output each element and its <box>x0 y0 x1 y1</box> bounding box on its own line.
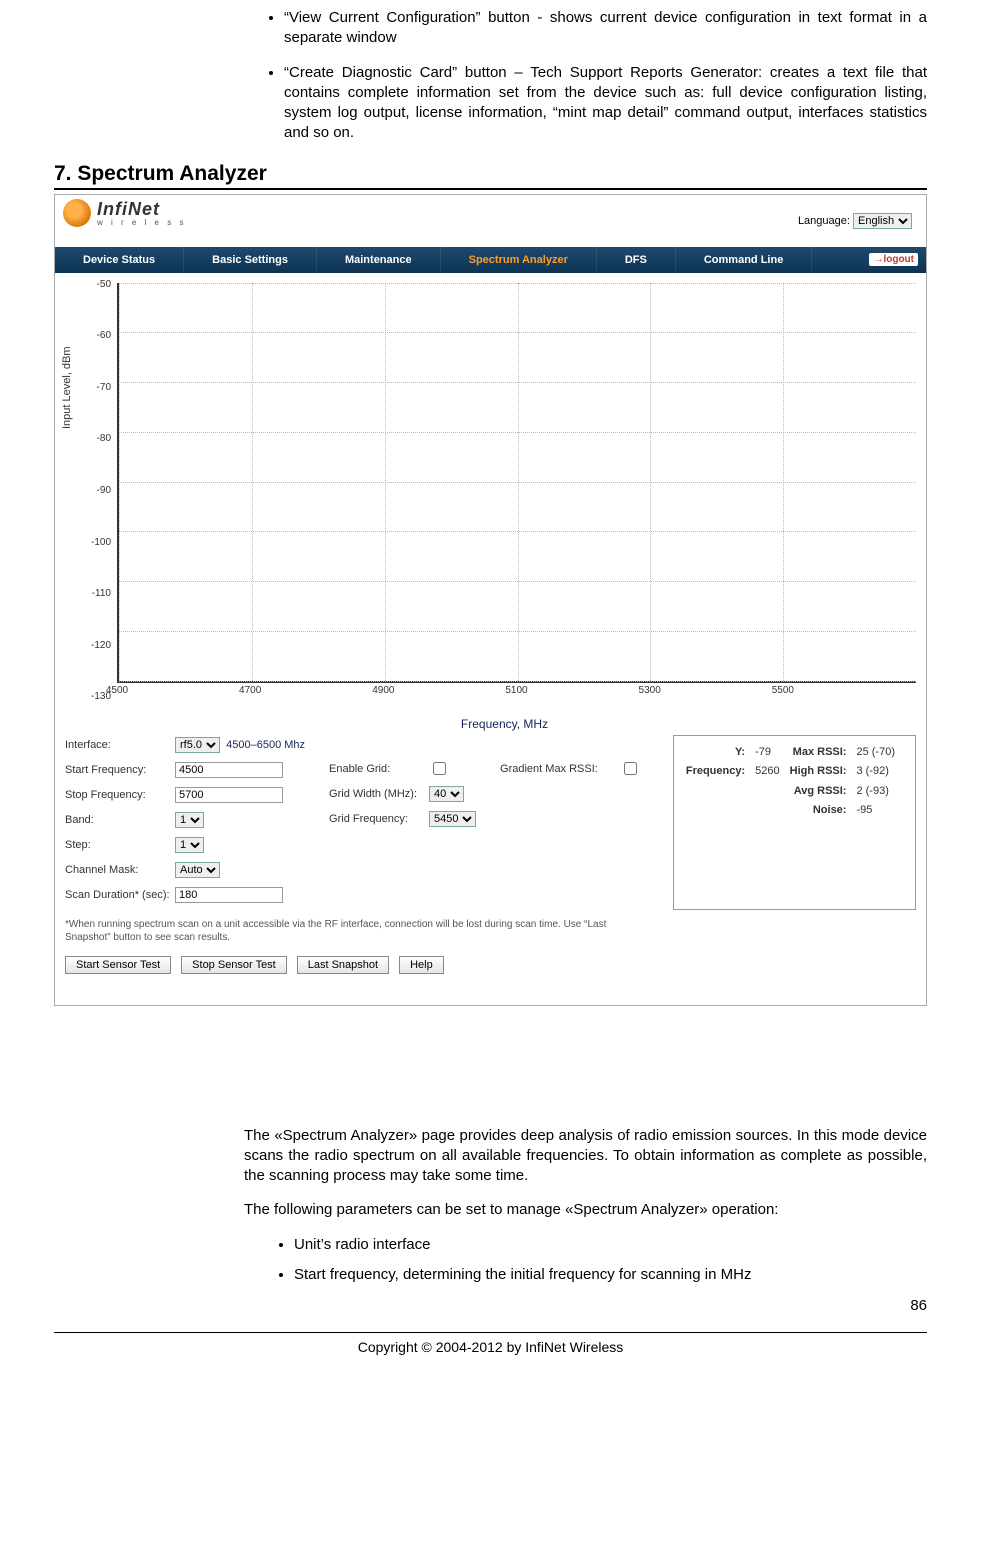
cursor-info-box: Y:-79 Max RSSI:25 (-70) Frequency:5260 H… <box>673 735 916 910</box>
band-label: Band: <box>65 814 175 826</box>
tab-device-status[interactable]: Device Status <box>55 247 184 273</box>
interface-select[interactable]: rf5.0 <box>175 737 220 753</box>
enable-grid-label: Enable Grid: <box>329 763 429 775</box>
grid-width-select[interactable]: 40 <box>429 786 464 802</box>
logo-brand: InfiNet <box>97 199 186 220</box>
bullet-diag-card: “Create Diagnostic Card” button – Tech S… <box>284 63 927 144</box>
language-selector: Language: English <box>798 213 912 229</box>
logo: InfiNet w i r e l e s s <box>63 199 186 227</box>
page-number: 86 <box>54 1295 927 1332</box>
gradient-checkbox[interactable] <box>624 762 637 775</box>
intro-bullets: “View Current Configuration” button - sh… <box>54 8 927 144</box>
gradient-label: Gradient Max RSSI: <box>500 763 620 775</box>
chart-ylabel: Input Level, dBm <box>61 346 73 429</box>
param-start-frequency: Start frequency, determining the initial… <box>294 1265 927 1285</box>
footer-copyright: Copyright © 2004-2012 by InfiNet Wireles… <box>54 1332 927 1373</box>
start-freq-input[interactable] <box>175 762 283 778</box>
paragraph-params-intro: The following parameters can be set to m… <box>244 1200 927 1220</box>
grid-freq-label: Grid Frequency: <box>329 813 429 825</box>
logo-subtitle: w i r e l e s s <box>97 218 186 227</box>
stop-freq-input[interactable] <box>175 787 283 803</box>
logo-swirl-icon <box>63 199 91 227</box>
step-label: Step: <box>65 839 175 851</box>
section-heading: 7. Spectrum Analyzer <box>54 162 927 190</box>
mask-select[interactable]: Auto <box>175 862 220 878</box>
tab-dfs[interactable]: DFS <box>597 247 676 273</box>
start-freq-label: Start Frequency: <box>65 764 175 776</box>
grid-freq-select[interactable]: 5450 <box>429 811 476 827</box>
controls-panel: Interface: rf5.0 4500–6500 Mhz Start Fre… <box>55 709 926 914</box>
start-sensor-button[interactable]: Start Sensor Test <box>65 956 171 974</box>
spectrum-chart: Input Level, dBm -50-60-70-80-90-100-110… <box>87 279 922 709</box>
main-tabs: Device Status Basic Settings Maintenance… <box>55 247 926 273</box>
grid-width-label: Grid Width (MHz): <box>329 788 429 800</box>
help-button[interactable]: Help <box>399 956 444 974</box>
logout-link[interactable]: →logout <box>869 253 918 266</box>
param-list: Unit’s radio interface Start frequency, … <box>244 1235 927 1286</box>
button-row: Start Sensor Test Stop Sensor Test Last … <box>55 948 926 982</box>
freq-range-text: 4500–6500 Mhz <box>226 739 305 751</box>
tab-command-line[interactable]: Command Line <box>676 247 812 273</box>
language-select[interactable]: English <box>853 213 912 229</box>
language-label: Language: <box>798 215 850 227</box>
step-select[interactable]: 1 <box>175 837 204 853</box>
tab-spectrum-analyzer[interactable]: Spectrum Analyzer <box>441 247 597 273</box>
interface-label: Interface: <box>65 739 175 751</box>
mask-label: Channel Mask: <box>65 864 175 876</box>
scan-note: *When running spectrum scan on a unit ac… <box>55 914 635 948</box>
bullet-view-config: “View Current Configuration” button - sh… <box>284 8 927 49</box>
tab-maintenance[interactable]: Maintenance <box>317 247 441 273</box>
tab-basic-settings[interactable]: Basic Settings <box>184 247 317 273</box>
paragraph-description: The «Spectrum Analyzer» page provides de… <box>244 1126 927 1187</box>
stop-freq-label: Stop Frequency: <box>65 789 175 801</box>
last-snapshot-button[interactable]: Last Snapshot <box>297 956 389 974</box>
stop-sensor-button[interactable]: Stop Sensor Test <box>181 956 287 974</box>
screenshot-spectrum-analyzer: InfiNet w i r e l e s s Language: Englis… <box>54 194 927 1006</box>
enable-grid-checkbox[interactable] <box>433 762 446 775</box>
band-select[interactable]: 1 <box>175 812 204 828</box>
duration-input[interactable] <box>175 887 283 903</box>
param-radio-interface: Unit’s radio interface <box>294 1235 927 1255</box>
chart-xlabel: Frequency, MHz <box>461 717 548 731</box>
duration-label: Scan Duration* (sec): <box>65 889 175 901</box>
